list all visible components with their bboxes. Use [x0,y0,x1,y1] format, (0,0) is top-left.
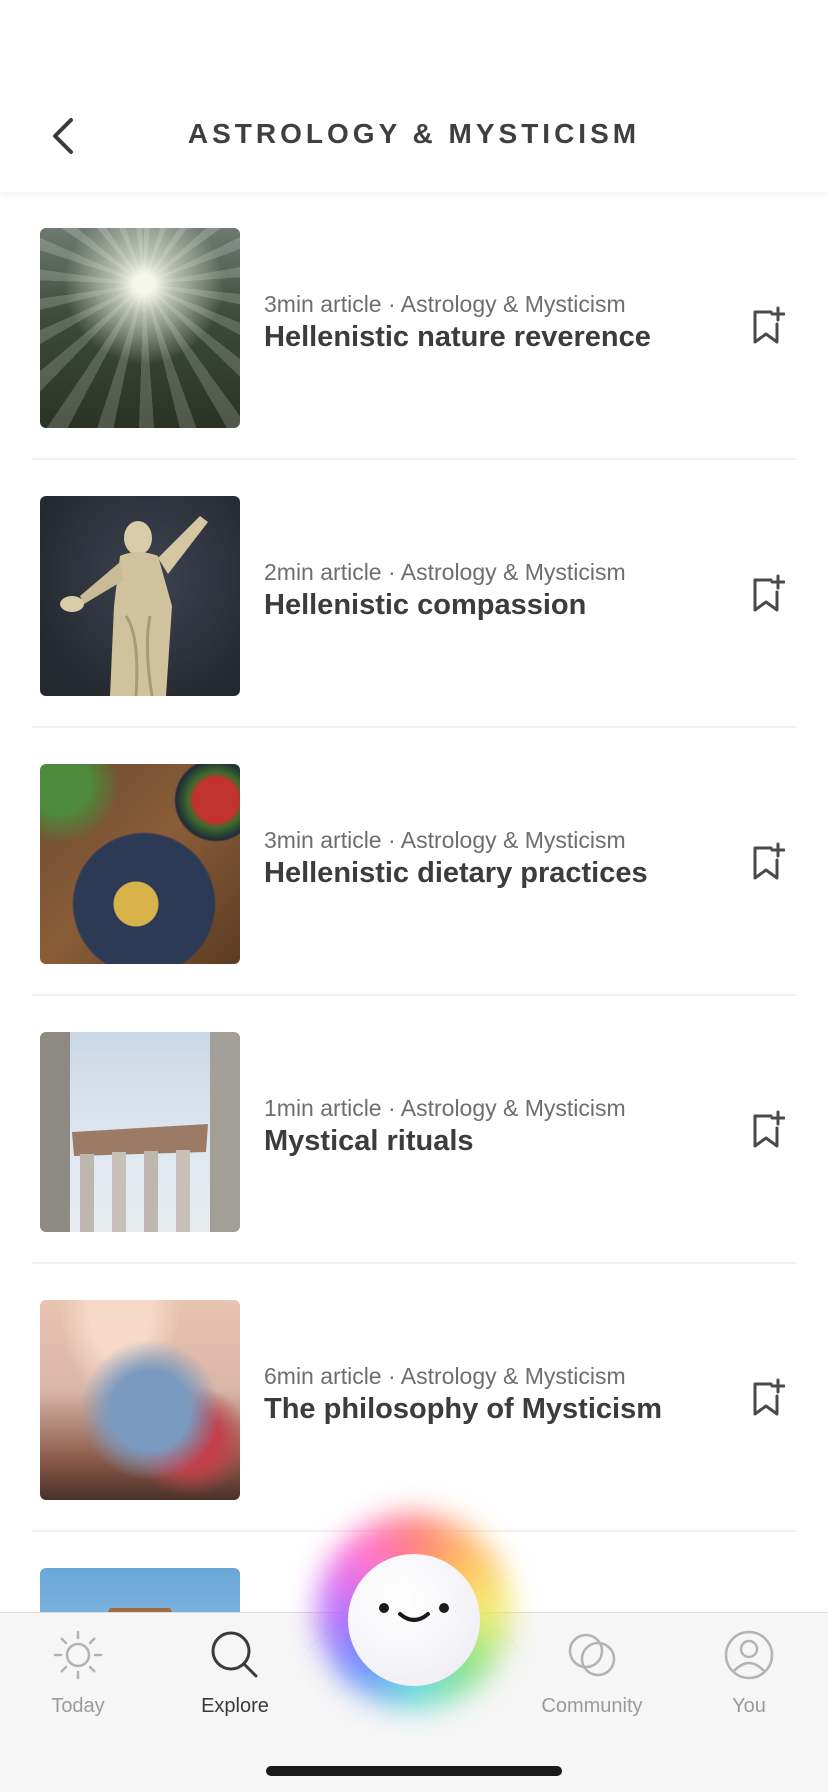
article-thumbnail [40,1032,240,1232]
article-title: Hellenistic nature reverence [264,321,651,353]
sun-icon [53,1630,103,1680]
list-item[interactable]: 1min article · Astrology & Mysticism Mys… [32,996,796,1264]
nav-label-community: Community [541,1695,643,1717]
article-meta: 3min article · Astrology & Mysticism [264,291,626,317]
article-title: Mystical rituals [264,1125,474,1157]
bookmark-add-icon [753,1110,785,1148]
article-meta: 2min article · Astrology & Mysticism [264,559,626,585]
header: ASTROLOGY & MYSTICISM [0,0,828,192]
nav-item-explore[interactable]: Explore [165,1627,305,1737]
list-item[interactable]: 2min article · Astrology & Mysticism Hel… [32,460,796,728]
nav-item-community[interactable]: Community [522,1627,662,1737]
bookmark-button[interactable] [748,1376,788,1420]
bookmark-add-icon [753,574,785,612]
home-indicator[interactable] [266,1766,562,1776]
nav-label-explore: Explore [201,1695,269,1717]
bookmark-button[interactable] [748,1108,788,1152]
ruins-image [40,1032,240,1232]
bookmark-add-icon [753,1378,785,1416]
article-text: 3min article · Astrology & Mysticism Hel… [264,825,684,891]
list-item[interactable]: 6min article · Astrology & Mysticism The… [32,1264,796,1532]
community-icon [568,1633,616,1677]
article-text: 2min article · Astrology & Mysticism Hel… [264,557,684,623]
article-meta: 3min article · Astrology & Mysticism [264,827,626,853]
article-thumbnail [40,228,240,428]
bookmark-button[interactable] [748,304,788,348]
profile-icon [724,1630,774,1680]
center-face-button[interactable] [348,1554,480,1686]
article-text: 1min article · Astrology & Mysticism Mys… [264,1093,684,1159]
article-thumbnail [40,764,240,964]
article-title: Hellenistic dietary practices [264,857,648,889]
bookmark-add-icon [753,842,785,880]
nav-label-you: You [732,1695,766,1717]
article-meta: 6min article · Astrology & Mysticism [264,1363,626,1389]
article-meta: 1min article · Astrology & Mysticism [264,1095,626,1121]
article-text: 3min article · Astrology & Mysticism Hel… [264,289,684,355]
search-icon [211,1631,258,1678]
page-title: ASTROLOGY & MYSTICISM [187,118,641,149]
bookmark-add-icon [753,306,785,344]
nav-label-today: Today [51,1695,105,1717]
smiley-face-icon [379,1603,449,1622]
statue-image [60,516,208,696]
bookmark-button[interactable] [748,572,788,616]
list-item[interactable]: 3min article · Astrology & Mysticism Hel… [32,728,796,996]
article-title: Hellenistic compassion [264,589,587,621]
nav-item-today[interactable]: Today [8,1627,148,1737]
article-thumbnail [40,1300,240,1500]
article-text: 6min article · Astrology & Mysticism The… [264,1361,684,1427]
bookmark-button[interactable] [748,840,788,884]
article-thumbnail [40,496,240,696]
nav-item-you[interactable]: You [679,1627,819,1737]
article-title: The philosophy of Mysticism [264,1393,662,1425]
list-item[interactable]: 3min article · Astrology & Mysticism Hel… [32,192,796,460]
